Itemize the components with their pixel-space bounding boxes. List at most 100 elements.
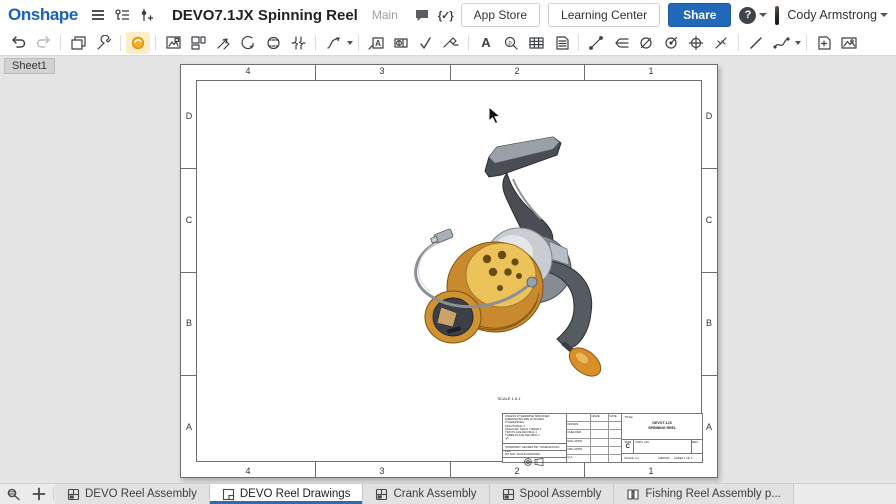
share-button[interactable]: Share xyxy=(668,3,731,27)
document-title: DEVO7.1JX Spinning Reel xyxy=(172,7,358,24)
toolbar-separator xyxy=(155,35,156,51)
tab-fishing-reel-assembly-doc[interactable]: Fishing Reel Assembly p... xyxy=(614,484,794,504)
table-icon[interactable] xyxy=(524,32,548,54)
mouse-cursor xyxy=(488,106,501,125)
zone-divider xyxy=(584,65,585,80)
line-icon[interactable] xyxy=(744,32,768,54)
help-icon[interactable]: ? xyxy=(739,7,756,24)
onshape-logo: Onshape xyxy=(8,5,78,25)
insert-view-icon[interactable] xyxy=(161,32,185,54)
new-sheet-icon[interactable] xyxy=(812,32,836,54)
projected-view-icon[interactable] xyxy=(186,32,210,54)
diameter-dimension-icon[interactable] xyxy=(634,32,658,54)
toolbar-separator xyxy=(468,35,469,51)
zone-divider xyxy=(450,65,451,80)
versions-icon[interactable] xyxy=(114,4,131,26)
tab-devo-reel-assembly[interactable]: DEVO Reel Assembly xyxy=(55,484,210,504)
zone-label: 2 xyxy=(502,466,532,476)
grid-row: DRAWN xyxy=(567,422,622,430)
third-angle-projection-icon xyxy=(523,458,545,466)
zone-divider xyxy=(181,168,196,169)
update-icon[interactable] xyxy=(126,32,150,54)
hamburger-menu-icon[interactable] xyxy=(90,4,106,26)
learning-center-button[interactable]: Learning Center xyxy=(548,3,660,27)
redo-icon[interactable] xyxy=(31,32,55,54)
insert-image-icon[interactable] xyxy=(837,32,861,54)
zone-divider xyxy=(450,462,451,477)
section-view-icon[interactable] xyxy=(211,32,235,54)
manage-tabs-icon[interactable] xyxy=(0,484,26,504)
title-block-notes-column: UNLESS OTHERWISE SPECIFIED: DIMENSIONS A… xyxy=(503,414,567,462)
callout-icon[interactable] xyxy=(321,32,345,54)
insert-element-icon[interactable] xyxy=(139,4,154,26)
toolbar-separator xyxy=(358,35,359,51)
drawing-canvas[interactable]: Sheet1 4 3 2 1 4 3 2 1 D C B A D C B A xyxy=(0,56,896,483)
app-store-button[interactable]: App Store xyxy=(461,3,540,27)
surface-finish-icon[interactable] xyxy=(414,32,438,54)
inspect-icon[interactable]: p xyxy=(499,32,523,54)
zone-label: D xyxy=(702,110,716,122)
undo-icon[interactable] xyxy=(6,32,30,54)
sheet-tab-chip[interactable]: Sheet1 xyxy=(4,58,55,74)
bom-table-icon[interactable] xyxy=(549,32,573,54)
zone-label: B xyxy=(702,317,716,329)
detail-view-icon[interactable] xyxy=(236,32,260,54)
spinning-reel-view[interactable] xyxy=(401,131,641,391)
zone-divider xyxy=(702,272,717,273)
text-icon[interactable]: A xyxy=(474,32,498,54)
do-not-scale-note: DO NOT SCALE DRAWING xyxy=(503,450,566,457)
tab-crank-assembly[interactable]: Crank Assembly xyxy=(363,484,489,504)
crop-view-icon[interactable] xyxy=(261,32,285,54)
note-icon[interactable]: A xyxy=(364,32,388,54)
sheet-properties-icon[interactable] xyxy=(66,32,90,54)
user-avatar[interactable] xyxy=(775,6,779,25)
break-view-icon[interactable] xyxy=(286,32,310,54)
tab-devo-reel-drawings[interactable]: DEVO Reel Drawings xyxy=(210,484,364,504)
top-bar: Onshape DEVO7.1JX Spinning Reel Main {✓}… xyxy=(0,0,896,30)
help-menu[interactable]: ? xyxy=(739,7,767,24)
element-tab-bar: DEVO Reel Assembly DEVO Reel Drawings Cr… xyxy=(0,483,896,504)
zone-divider xyxy=(315,65,316,80)
featurescript-icon[interactable]: {✓} xyxy=(438,9,453,22)
user-menu[interactable]: Cody Armstrong xyxy=(787,8,888,22)
comments-icon[interactable] xyxy=(414,4,430,26)
ordinate-dimension-icon[interactable] xyxy=(609,32,633,54)
grid-row: CHECKED xyxy=(567,430,622,438)
drawing-toolbar: A A p xyxy=(0,30,896,56)
document-icon xyxy=(626,488,640,501)
center-mark-icon[interactable] xyxy=(684,32,708,54)
zone-label: 4 xyxy=(233,466,263,476)
scale-cell: SCALE: 1:2 xyxy=(622,456,656,460)
drawing-properties-icon[interactable] xyxy=(91,32,115,54)
add-tab-icon[interactable] xyxy=(26,484,52,504)
spline-icon[interactable] xyxy=(769,32,793,54)
dwg-no-cell: DWG. NO. xyxy=(634,440,692,453)
user-name: Cody Armstrong xyxy=(787,8,877,22)
toolbar-separator xyxy=(120,35,121,51)
zone-label: 3 xyxy=(367,466,397,476)
zone-label: 2 xyxy=(502,66,532,76)
grid-row: ENG APPR. xyxy=(567,439,622,447)
weld-symbol-icon[interactable] xyxy=(439,32,463,54)
drawing-icon xyxy=(222,488,235,501)
centerline-icon[interactable] xyxy=(709,32,733,54)
chevron-down-icon[interactable] xyxy=(795,41,801,45)
radial-dimension-icon[interactable] xyxy=(659,32,683,54)
tab-spool-assembly[interactable]: Spool Assembly xyxy=(490,484,615,504)
projection-symbol-cell xyxy=(503,457,566,466)
zone-label: A xyxy=(702,421,716,433)
size-cell: SIZE C xyxy=(622,440,634,453)
geometric-tolerance-icon[interactable] xyxy=(389,32,413,54)
drawing-sheet[interactable]: 4 3 2 1 4 3 2 1 D C B A D C B A xyxy=(180,64,718,478)
assembly-icon xyxy=(375,488,388,501)
chevron-down-icon[interactable] xyxy=(347,41,353,45)
toolbar-separator xyxy=(738,35,739,51)
toolbar-separator xyxy=(315,35,316,51)
zone-divider xyxy=(702,168,717,169)
zone-divider xyxy=(315,462,316,477)
zone-label: 3 xyxy=(367,66,397,76)
zone-label: 1 xyxy=(636,466,666,476)
toolbar-separator xyxy=(578,35,579,51)
grid-row: Q.A. xyxy=(567,455,622,462)
dimension-icon[interactable] xyxy=(584,32,608,54)
